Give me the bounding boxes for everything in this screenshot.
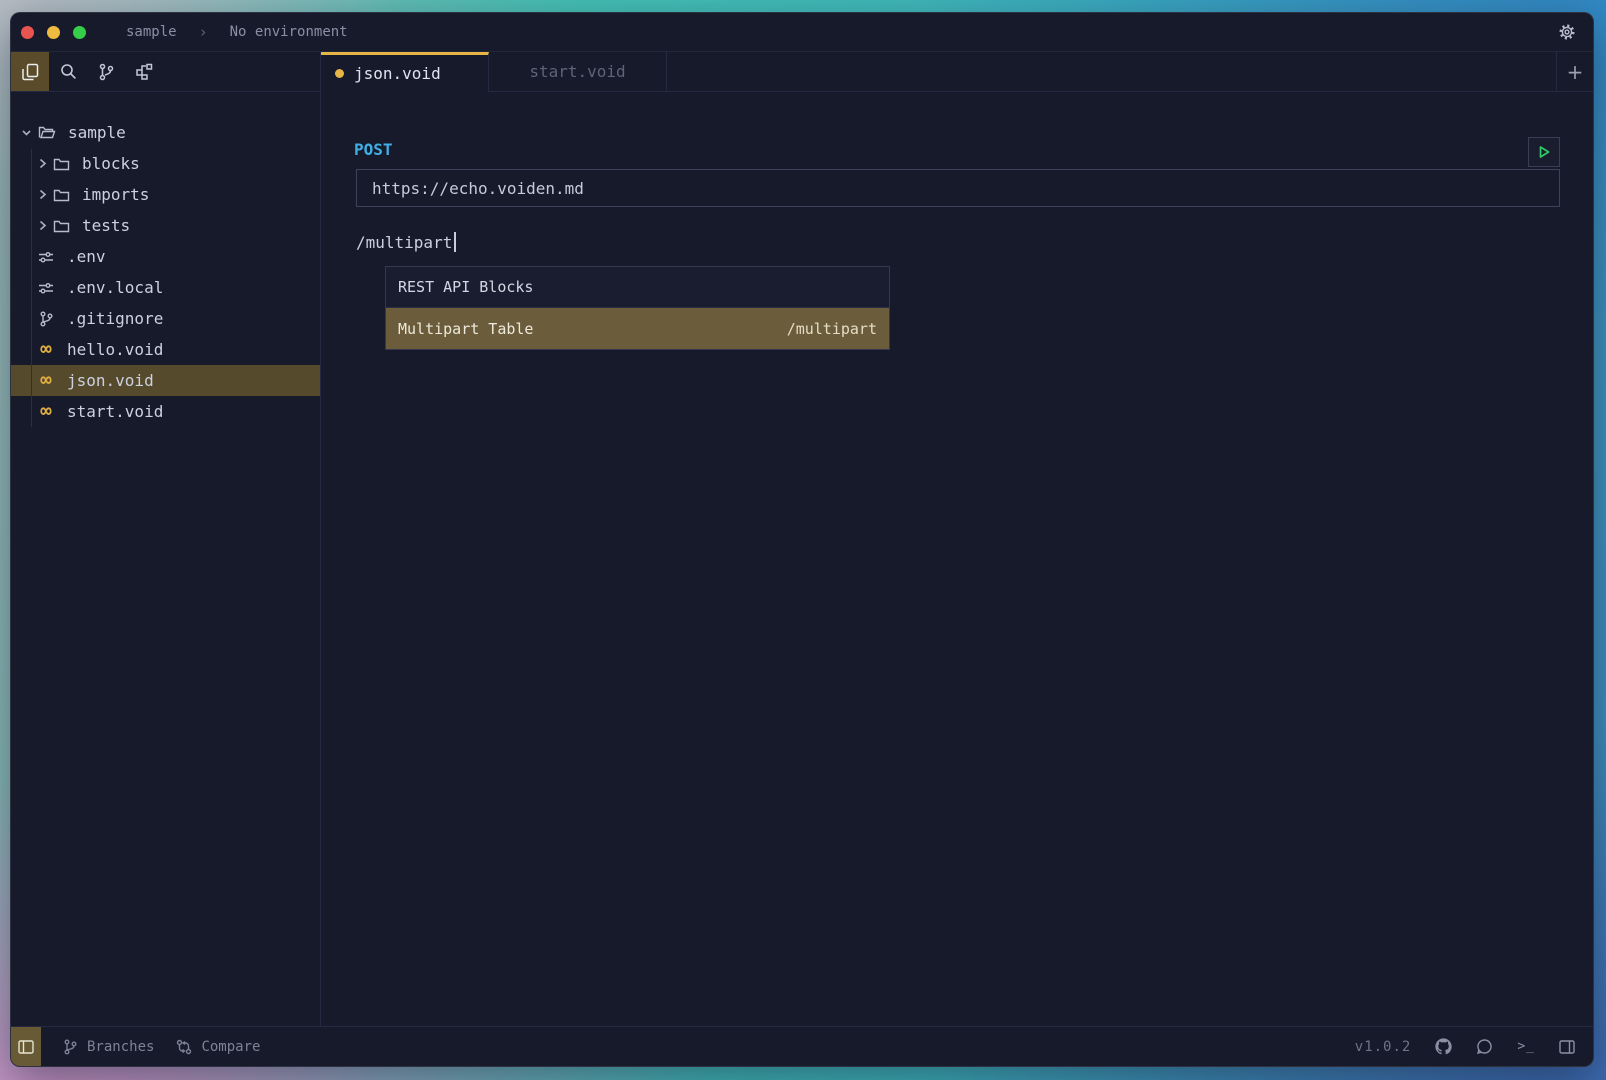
git-branch-icon [98, 63, 115, 81]
tree-item-gitignore[interactable]: .gitignore [11, 303, 320, 334]
folder-icon [53, 219, 70, 233]
tab-label: json.void [354, 64, 441, 83]
tree-item-label: imports [82, 185, 149, 204]
tree-item-blocks[interactable]: blocks [11, 148, 320, 179]
minimize-button[interactable] [47, 26, 60, 39]
dropdown-option-multipart-table[interactable]: Multipart Table /multipart [386, 308, 889, 349]
tree-item-label: .env.local [67, 278, 163, 297]
dropdown-header: REST API Blocks [386, 267, 889, 308]
settings-sliders-icon [37, 281, 55, 295]
explorer-button[interactable] [11, 52, 49, 91]
tree-item-env[interactable]: .env [11, 241, 320, 272]
panel-right-icon [1559, 1040, 1575, 1054]
option-label: Multipart Table [398, 320, 533, 338]
file-explorer: sample blocks [11, 92, 321, 1026]
feedback-button[interactable] [1476, 1038, 1493, 1055]
chevron-right-icon [38, 189, 48, 200]
app-version: v1.0.2 [1355, 1039, 1412, 1055]
app-window: sample › No environment [10, 12, 1594, 1067]
tab-start-void[interactable]: start.void [489, 52, 667, 91]
blocks-button[interactable] [125, 52, 163, 91]
option-command: /multipart [787, 320, 877, 338]
folder-icon [53, 157, 70, 171]
folder-open-icon [38, 125, 56, 140]
close-button[interactable] [21, 26, 34, 39]
new-tab-button[interactable]: + [1556, 52, 1593, 91]
environment-selector[interactable]: No environment [230, 24, 348, 40]
tree-item-env-local[interactable]: .env.local [11, 272, 320, 303]
http-method-label[interactable]: POST [354, 140, 393, 159]
editor-pane: POST /multipart REST API Blocks Multipar… [321, 92, 1593, 1026]
typed-command-text: /multipart [356, 233, 452, 252]
void-file-icon: ∞ [37, 371, 55, 390]
tree-item-sample[interactable]: sample [11, 117, 320, 148]
tree-item-label: json.void [67, 371, 154, 390]
source-control-button[interactable] [87, 52, 125, 91]
toggle-sidebar-button[interactable] [11, 1027, 41, 1067]
status-bar: Branches Compare v1.0.2 [11, 1026, 1593, 1066]
tree-item-imports[interactable]: imports [11, 179, 320, 210]
play-icon [1537, 145, 1551, 159]
main-body: sample blocks [11, 92, 1593, 1026]
git-branch-icon [37, 311, 55, 327]
tree-item-label: .gitignore [67, 309, 163, 328]
tree-item-hello-void[interactable]: ∞ hello.void [11, 334, 320, 365]
chevron-right-icon [38, 220, 48, 231]
compare-icon [176, 1039, 192, 1055]
text-cursor [454, 232, 456, 252]
tree-item-label: blocks [82, 154, 140, 173]
run-request-button[interactable] [1528, 137, 1560, 167]
search-button[interactable] [49, 52, 87, 91]
terminal-icon: >_ [1517, 1039, 1535, 1054]
tree-item-label: .env [67, 247, 106, 266]
settings-sliders-icon [37, 250, 55, 264]
chevron-right-icon [38, 158, 48, 169]
search-icon [60, 63, 77, 80]
tree-item-start-void[interactable]: ∞ start.void [11, 396, 320, 427]
branches-button[interactable]: Branches [63, 1039, 154, 1055]
breadcrumb: sample › No environment [126, 23, 348, 41]
traffic-lights [21, 26, 86, 39]
activity-bar [11, 52, 321, 91]
tree-item-json-void[interactable]: ∞ json.void [11, 365, 320, 396]
blocks-icon [135, 63, 153, 81]
void-file-icon: ∞ [37, 340, 55, 359]
chevron-down-icon [21, 127, 33, 138]
void-file-icon: ∞ [37, 402, 55, 421]
toggle-right-panel-button[interactable] [1559, 1040, 1575, 1054]
plus-icon: + [1567, 60, 1584, 84]
tree-item-label: tests [82, 216, 130, 235]
github-icon [1435, 1038, 1452, 1055]
chevron-right-icon: › [199, 23, 208, 41]
tree-item-label: hello.void [67, 340, 163, 359]
block-suggestion-dropdown: REST API Blocks Multipart Table /multipa… [385, 266, 890, 350]
tab-bar: json.void start.void + [321, 52, 1593, 91]
github-button[interactable] [1435, 1038, 1452, 1055]
editor-typed-line[interactable]: /multipart [356, 231, 456, 253]
tab-label: start.void [529, 62, 625, 81]
indent-guide [31, 149, 32, 427]
tab-json-void[interactable]: json.void [321, 52, 489, 91]
git-branch-icon [63, 1039, 78, 1055]
tree-item-tests[interactable]: tests [11, 210, 320, 241]
terminal-button[interactable]: >_ [1517, 1039, 1535, 1054]
gear-icon [1557, 22, 1577, 42]
tree-item-label: sample [68, 123, 126, 142]
compare-button[interactable]: Compare [176, 1039, 260, 1055]
settings-button[interactable] [1547, 22, 1587, 42]
header-row: json.void start.void + [11, 51, 1593, 92]
modified-dot-icon [335, 69, 344, 78]
branches-label: Branches [87, 1039, 154, 1055]
compare-label: Compare [201, 1039, 260, 1055]
zoom-button[interactable] [73, 26, 86, 39]
folder-icon [53, 188, 70, 202]
status-bar-right: v1.0.2 >_ [1355, 1038, 1593, 1055]
chat-bubble-icon [1476, 1038, 1493, 1055]
files-icon [22, 63, 39, 81]
panel-left-icon [18, 1040, 34, 1054]
title-bar: sample › No environment [11, 13, 1593, 51]
project-name[interactable]: sample [126, 24, 177, 40]
tree-item-label: start.void [67, 402, 163, 421]
url-input[interactable] [356, 169, 1560, 207]
